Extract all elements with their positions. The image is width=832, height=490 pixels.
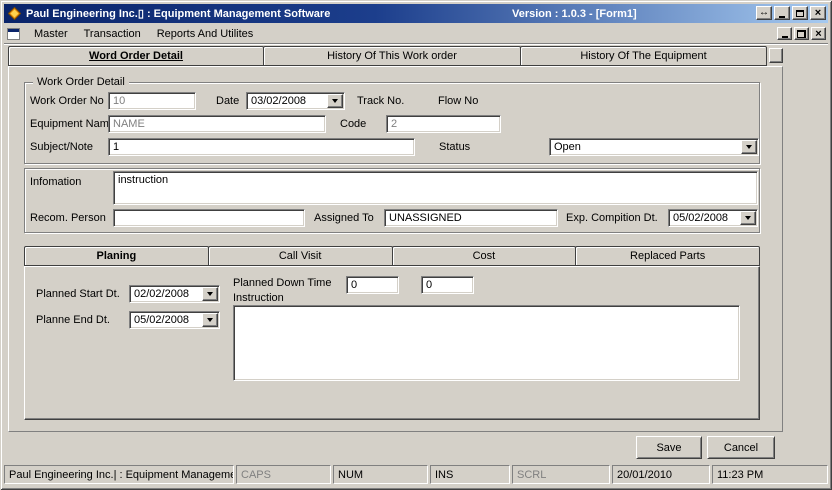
resize-icon: ↔ bbox=[759, 7, 769, 18]
save-button[interactable]: Save bbox=[636, 436, 702, 459]
menu-item-master[interactable]: Master bbox=[26, 26, 76, 42]
menu-separator bbox=[4, 43, 828, 45]
assigned-to-label: Assigned To bbox=[314, 212, 374, 224]
planned-end-combo-value: 05/02/2008 bbox=[134, 314, 190, 326]
status-dropdown-button[interactable] bbox=[741, 140, 757, 154]
flow-no-label: Flow No bbox=[438, 95, 479, 107]
minimize-button[interactable] bbox=[774, 6, 790, 20]
date-combo-value: 03/02/2008 bbox=[251, 95, 307, 107]
main-tab-strip: Word Order Detail History Of This Work o… bbox=[8, 46, 783, 66]
menu-item-transaction[interactable]: Transaction bbox=[76, 26, 149, 42]
recom-person-label: Recom. Person bbox=[30, 212, 106, 224]
status-bar: Paul Engineering Inc.| : Equipment Manag… bbox=[4, 462, 828, 486]
mdi-restore-icon bbox=[797, 29, 806, 38]
information-field[interactable]: instruction bbox=[113, 171, 758, 205]
resize-button[interactable]: ↔ bbox=[756, 6, 772, 20]
mdi-close-button[interactable]: × bbox=[811, 27, 826, 40]
mdi-close-icon: × bbox=[815, 27, 822, 40]
instruction-label: Instruction bbox=[233, 292, 284, 304]
tab-history-of-work-order[interactable]: History Of This Work order bbox=[263, 46, 521, 66]
code-field[interactable]: 2 bbox=[386, 115, 501, 133]
tab-call-visit[interactable]: Call Visit bbox=[207, 246, 393, 266]
planned-end-combo[interactable]: 05/02/2008 bbox=[129, 311, 220, 329]
planned-start-combo-value: 02/02/2008 bbox=[134, 288, 190, 300]
mdi-minimize-icon bbox=[781, 36, 788, 38]
status-combo-value: Open bbox=[554, 141, 581, 153]
status-num-panel: NUM bbox=[333, 465, 428, 484]
planned-start-dropdown-button[interactable] bbox=[202, 287, 218, 301]
menu-item-reports[interactable]: Reports And Utilites bbox=[149, 26, 262, 42]
close-button[interactable]: × bbox=[810, 6, 826, 20]
subject-note-label: Subject/Note bbox=[30, 141, 93, 153]
minimize-icon bbox=[779, 15, 785, 18]
recom-person-field[interactable] bbox=[113, 209, 305, 227]
date-dropdown-button[interactable] bbox=[327, 94, 343, 108]
app-window: Paul Engineering Inc.▯ : Equipment Manag… bbox=[0, 0, 832, 490]
chevron-down-icon bbox=[207, 318, 213, 322]
planned-down-time-label: Planned Down Time bbox=[233, 277, 332, 289]
assigned-to-field[interactable]: UNASSIGNED bbox=[384, 209, 558, 227]
planned-start-combo[interactable]: 02/02/2008 bbox=[129, 285, 220, 303]
cancel-button[interactable]: Cancel bbox=[707, 436, 775, 459]
status-caps-panel: CAPS bbox=[236, 465, 331, 484]
app-diamond-icon bbox=[7, 6, 22, 21]
tab-replaced-parts[interactable]: Replaced Parts bbox=[575, 246, 760, 266]
down-time-field-2[interactable]: 0 bbox=[421, 276, 474, 294]
tab-word-order-detail[interactable]: Word Order Detail bbox=[8, 46, 264, 66]
tab-planing[interactable]: Planing bbox=[24, 246, 209, 266]
window-version: Version : 1.0.3 - [Form1] bbox=[512, 7, 637, 20]
window-title: Paul Engineering Inc.▯ : Equipment Manag… bbox=[26, 8, 331, 20]
status-time-panel: 11:23 PM bbox=[712, 465, 828, 484]
status-label: Status bbox=[439, 141, 471, 153]
exp-completion-combo-value: 05/02/2008 bbox=[673, 212, 729, 224]
status-date-panel: 20/01/2010 bbox=[612, 465, 710, 484]
equipment-name-field[interactable]: NAME bbox=[108, 115, 326, 133]
tab-strip-end-button[interactable] bbox=[769, 48, 783, 63]
work-order-no-field[interactable]: 10 bbox=[108, 92, 196, 110]
tab-history-of-equipment[interactable]: History Of The Equipment bbox=[520, 46, 767, 66]
code-label: Code bbox=[340, 118, 367, 130]
status-scrl-panel: SCRL bbox=[512, 465, 610, 484]
chevron-down-icon bbox=[207, 292, 213, 296]
chevron-down-icon bbox=[746, 145, 752, 149]
planned-start-label: Planned Start Dt. bbox=[36, 288, 120, 300]
maximize-button[interactable] bbox=[792, 6, 808, 20]
exp-completion-dropdown-button[interactable] bbox=[740, 211, 756, 225]
close-icon: × bbox=[814, 7, 822, 19]
planned-end-dropdown-button[interactable] bbox=[202, 313, 218, 327]
form-window-icon bbox=[7, 27, 20, 40]
status-combo[interactable]: Open bbox=[549, 138, 759, 156]
tab-cost[interactable]: Cost bbox=[391, 246, 577, 266]
equipment-name-label: Equipment Name bbox=[30, 118, 115, 130]
chevron-down-icon bbox=[745, 216, 751, 220]
work-order-no-label: Work Order No bbox=[30, 95, 104, 107]
work-order-detail-group-caption: Work Order Detail bbox=[33, 76, 129, 89]
information-label: Infomation bbox=[30, 176, 82, 188]
mdi-restore-button[interactable] bbox=[794, 27, 809, 40]
exp-completion-label: Exp. Compition Dt. bbox=[566, 212, 658, 224]
status-ins-panel: INS bbox=[430, 465, 510, 484]
subject-note-field[interactable]: 1 bbox=[108, 138, 415, 156]
mdi-minimize-button[interactable] bbox=[777, 27, 792, 40]
instruction-field[interactable] bbox=[233, 305, 740, 381]
sub-tab-strip: Planing Call Visit Cost Replaced Parts bbox=[24, 246, 760, 266]
maximize-icon bbox=[796, 9, 804, 17]
exp-completion-combo[interactable]: 05/02/2008 bbox=[668, 209, 758, 227]
planned-end-label: Planne End Dt. bbox=[36, 314, 110, 326]
status-app-panel: Paul Engineering Inc.| : Equipment Manag… bbox=[4, 465, 234, 484]
down-time-field-1[interactable]: 0 bbox=[346, 276, 399, 294]
title-bar: Paul Engineering Inc.▯ : Equipment Manag… bbox=[4, 4, 828, 23]
chevron-down-icon bbox=[332, 99, 338, 103]
track-no-label: Track No. bbox=[357, 95, 405, 107]
menu-bar: Master Transaction Reports And Utilites … bbox=[4, 24, 828, 43]
date-label: Date bbox=[216, 95, 240, 107]
date-combo[interactable]: 03/02/2008 bbox=[246, 92, 345, 110]
